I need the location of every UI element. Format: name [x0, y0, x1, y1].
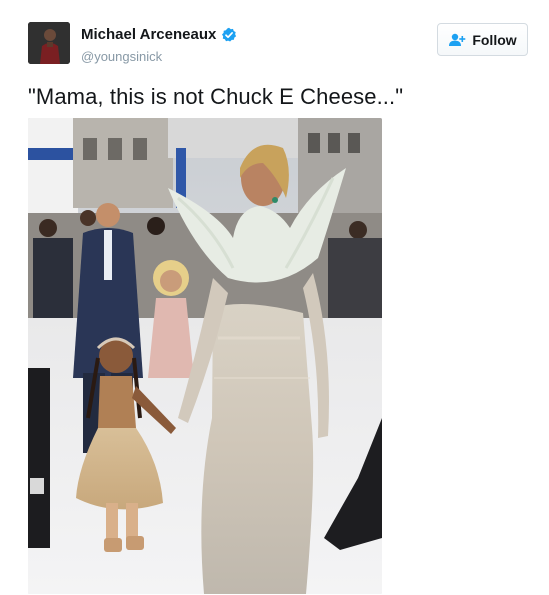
- follow-button[interactable]: Follow: [437, 23, 528, 56]
- verified-badge-icon: [221, 27, 237, 43]
- user-names: Michael Arceneaux @youngsinick: [81, 26, 237, 64]
- tweet-text: "Mama, this is not Chuck E Cheese...": [28, 84, 404, 109]
- user-avatar[interactable]: [28, 22, 70, 64]
- tweet-photo[interactable]: [28, 118, 382, 594]
- follow-button-label: Follow: [472, 31, 517, 48]
- user-fullname[interactable]: Michael Arceneaux: [81, 26, 237, 43]
- tweet-card: Michael Arceneaux @youngsinick Follow "M…: [0, 0, 549, 595]
- user-name-text[interactable]: Michael Arceneaux: [81, 26, 216, 43]
- user-handle[interactable]: @youngsinick: [81, 49, 237, 64]
- add-user-icon: [448, 33, 466, 47]
